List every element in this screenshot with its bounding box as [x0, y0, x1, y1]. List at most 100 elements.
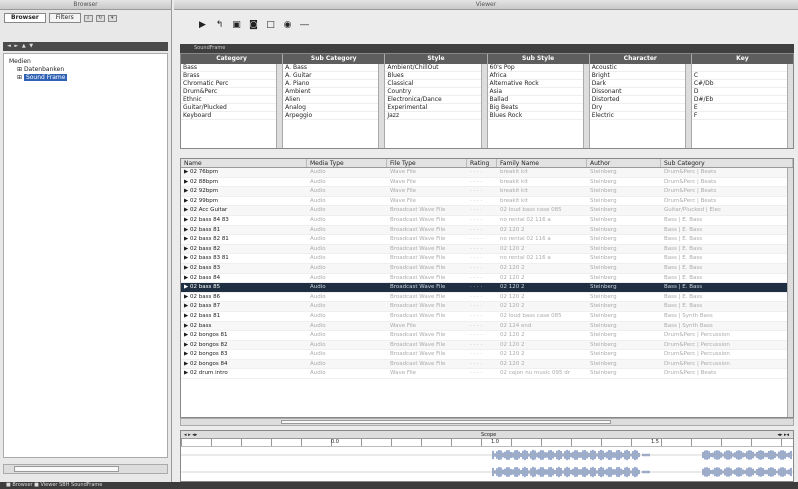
filter-item[interactable]: E [691, 104, 794, 112]
table-row[interactable]: ▶ 02 bongos 82 Audio Broadcast Wave File · … [181, 340, 793, 351]
filter-item[interactable]: Bright [589, 72, 691, 80]
filter-item[interactable]: Alien [283, 96, 385, 104]
filter-scrollbar[interactable] [276, 64, 283, 148]
waveform-preview[interactable]: ◂ ▸ ◂▸ Scope ◂▸ ▸◂ 0.0 1.0 1.5 [180, 430, 794, 482]
tree-item-soundframe[interactable]: ⊞ Sound Frame [9, 74, 162, 82]
col-rating[interactable]: Rating [467, 159, 497, 167]
filter-item[interactable]: Ambient/ChillOut [385, 64, 487, 72]
table-row[interactable]: ▶ 02 bass 86 Audio Broadcast Wave File · · … [181, 293, 793, 303]
chevron-down-icon[interactable]: ▾ [107, 14, 117, 22]
table-row[interactable]: ▶ 02 bass 83 Audio Broadcast Wave File · · … [181, 263, 793, 274]
col-name[interactable]: Name [181, 159, 307, 167]
folder-tree[interactable]: Medien ⊞ Datenbanken ⊞ Sound Frame [3, 53, 168, 458]
zoom-icon[interactable]: ◂▸ ▸◂ [777, 431, 789, 439]
filter-item[interactable]: A. Piano [283, 80, 385, 88]
volume-icon[interactable]: ◉ [283, 20, 292, 30]
col-family-name[interactable]: Family Name [497, 159, 587, 167]
filter-category[interactable]: Category Bass Brass Chromatic Perc Drum&… [181, 54, 284, 148]
scroll-thumb[interactable] [14, 466, 119, 472]
filter-item[interactable]: Classical [385, 80, 487, 88]
table-row[interactable]: ▶ 02 92bpm Audio Wave File · · · · breakit k… [181, 187, 793, 197]
filter-item[interactable]: Chromatic Perc [181, 80, 283, 88]
filter-item[interactable]: Ethnic [181, 96, 283, 104]
filter-item[interactable]: Experimental [385, 104, 487, 112]
table-row[interactable]: ▶ 02 bass 81 Audio Broadcast Wave File · · … [181, 312, 793, 322]
filter-item[interactable]: Brass [181, 72, 283, 80]
filter-item[interactable]: Electric [589, 112, 691, 120]
filter-item[interactable]: Ambient [283, 88, 385, 96]
table-scrollbar[interactable] [787, 168, 793, 417]
filter-item[interactable]: D#/Eb [691, 96, 794, 104]
tab-browser[interactable]: Browser [4, 13, 46, 23]
refresh-icon[interactable]: ↻ [95, 14, 105, 22]
tab-filters[interactable]: Filters [48, 13, 81, 23]
col-author[interactable]: Author [587, 159, 661, 167]
table-row[interactable]: ▶ 02 bass 82 81 Audio Broadcast Wave File ·… [181, 235, 793, 245]
table-row[interactable]: ▶ 02 bass 87 Audio Broadcast Wave File · · … [181, 302, 793, 312]
filter-item[interactable]: Alternative Rock [487, 80, 589, 88]
table-row[interactable]: ▶ 02 bongos 84 Audio Broadcast Wave File · … [181, 359, 793, 370]
filter-scrollbar[interactable] [480, 64, 487, 148]
square-icon[interactable]: □ [266, 20, 275, 30]
scroll-thumb[interactable] [281, 420, 611, 424]
table-row[interactable]: ▶ 02 bass 81 Audio Broadcast Wave File · · … [181, 225, 793, 236]
filter-item[interactable]: Dissonant [589, 88, 691, 96]
filter-item[interactable]: A. Bass [283, 64, 385, 72]
filter-item[interactable]: Dry [589, 104, 691, 112]
filter-scrollbar[interactable] [684, 64, 691, 148]
col-file-type[interactable]: File Type [387, 159, 467, 167]
tree-item-databases[interactable]: ⊞ Datenbanken [9, 66, 162, 74]
filter-item[interactable]: Ballad [487, 96, 589, 104]
filter-item[interactable]: D [691, 88, 794, 96]
expand-icon[interactable]: ⊞ [17, 74, 24, 81]
filter-item[interactable]: Drum&Perc [181, 88, 283, 96]
filter-item[interactable] [691, 64, 794, 72]
table-row[interactable]: ▶ 02 76bpm Audio Wave File · · · · breakit k… [181, 168, 793, 178]
table-row[interactable]: ▶ 02 bass 82 Audio Broadcast Wave File · · … [181, 244, 793, 255]
filter-item[interactable]: Blues [385, 72, 487, 80]
table-row[interactable]: ▶ 02 bass 84 83 Audio Broadcast Wave File ·… [181, 216, 793, 226]
browser-scrollbar[interactable] [3, 464, 168, 474]
loop-icon[interactable]: ↰ [215, 20, 224, 30]
filter-item[interactable]: Arpeggio [283, 112, 385, 120]
filter-item[interactable]: Analog [283, 104, 385, 112]
play-icon[interactable]: ▶ [198, 20, 207, 30]
expand-icon[interactable]: ⊞ [17, 66, 24, 73]
filter-item[interactable]: 60's Pop [487, 64, 589, 72]
wave-controls-icon[interactable]: ◂ ▸ ◂▸ [184, 432, 197, 438]
filter-item[interactable]: Keyboard [181, 112, 283, 120]
filter-item[interactable]: Guitar/Plucked [181, 104, 283, 112]
filter-item[interactable]: Country [385, 88, 487, 96]
filter-style[interactable]: Style Ambient/ChillOut Blues Classical C… [385, 54, 488, 148]
filter-item[interactable]: Jazz [385, 112, 487, 120]
filter-item[interactable]: C#/Db [691, 80, 794, 88]
table-row[interactable]: ▶ 02 Acc Guitar Audio Broadcast Wave File ·… [181, 206, 793, 216]
filter-scrollbar[interactable] [787, 64, 794, 148]
table-hscrollbar[interactable] [180, 418, 794, 426]
tree-item-media[interactable]: Medien [9, 58, 162, 66]
table-row[interactable]: ▶ 02 bass 85 Audio Broadcast Wave File · · … [181, 283, 793, 293]
record-icon[interactable]: ◙ [249, 20, 258, 30]
table-row[interactable]: ▶ 02 bass 84 Audio Broadcast Wave File · · … [181, 274, 793, 284]
filter-substyle[interactable]: Sub Style 60's Pop Africa Alternative Ro… [487, 54, 590, 148]
table-row[interactable]: ▶ 02 bongos 83 Audio Broadcast Wave File · … [181, 350, 793, 360]
col-media-type[interactable]: Media Type [307, 159, 387, 167]
filter-character[interactable]: Character Acoustic Bright Dark Dissonant… [589, 54, 692, 148]
filter-item[interactable]: Dark [589, 80, 691, 88]
search-icon[interactable]: ⌕ [83, 14, 93, 22]
filter-item[interactable]: Africa [487, 72, 589, 80]
filter-subcategory[interactable]: Sub Category A. Bass A. Guitar A. Piano … [283, 54, 386, 148]
table-row[interactable]: ▶ 02 bass Audio Wave File · · · · 02 124 end… [181, 321, 793, 332]
filter-item[interactable]: A. Guitar [283, 72, 385, 80]
table-row[interactable]: ▶ 02 bass 83 81 Audio Broadcast Wave File ·… [181, 254, 793, 264]
table-row[interactable]: ▶ 02 99bpm Audio Wave File · · · · breakit k… [181, 197, 793, 207]
filter-item[interactable]: Distorted [589, 96, 691, 104]
filter-scrollbar[interactable] [378, 64, 385, 148]
filter-item[interactable]: Blues Rock [487, 112, 589, 120]
filter-item[interactable]: Bass [181, 64, 283, 72]
table-row[interactable]: ▶ 02 88bpm Audio Wave File · · · · breakit k… [181, 178, 793, 188]
table-row[interactable]: ▶ 02 drum intro Audio Wave File · · · · 02 c… [181, 369, 793, 380]
filter-item[interactable]: C [691, 72, 794, 80]
dash-icon[interactable]: ― [300, 20, 309, 30]
filter-key[interactable]: Key C C#/Db D D#/Eb E F [691, 54, 794, 148]
